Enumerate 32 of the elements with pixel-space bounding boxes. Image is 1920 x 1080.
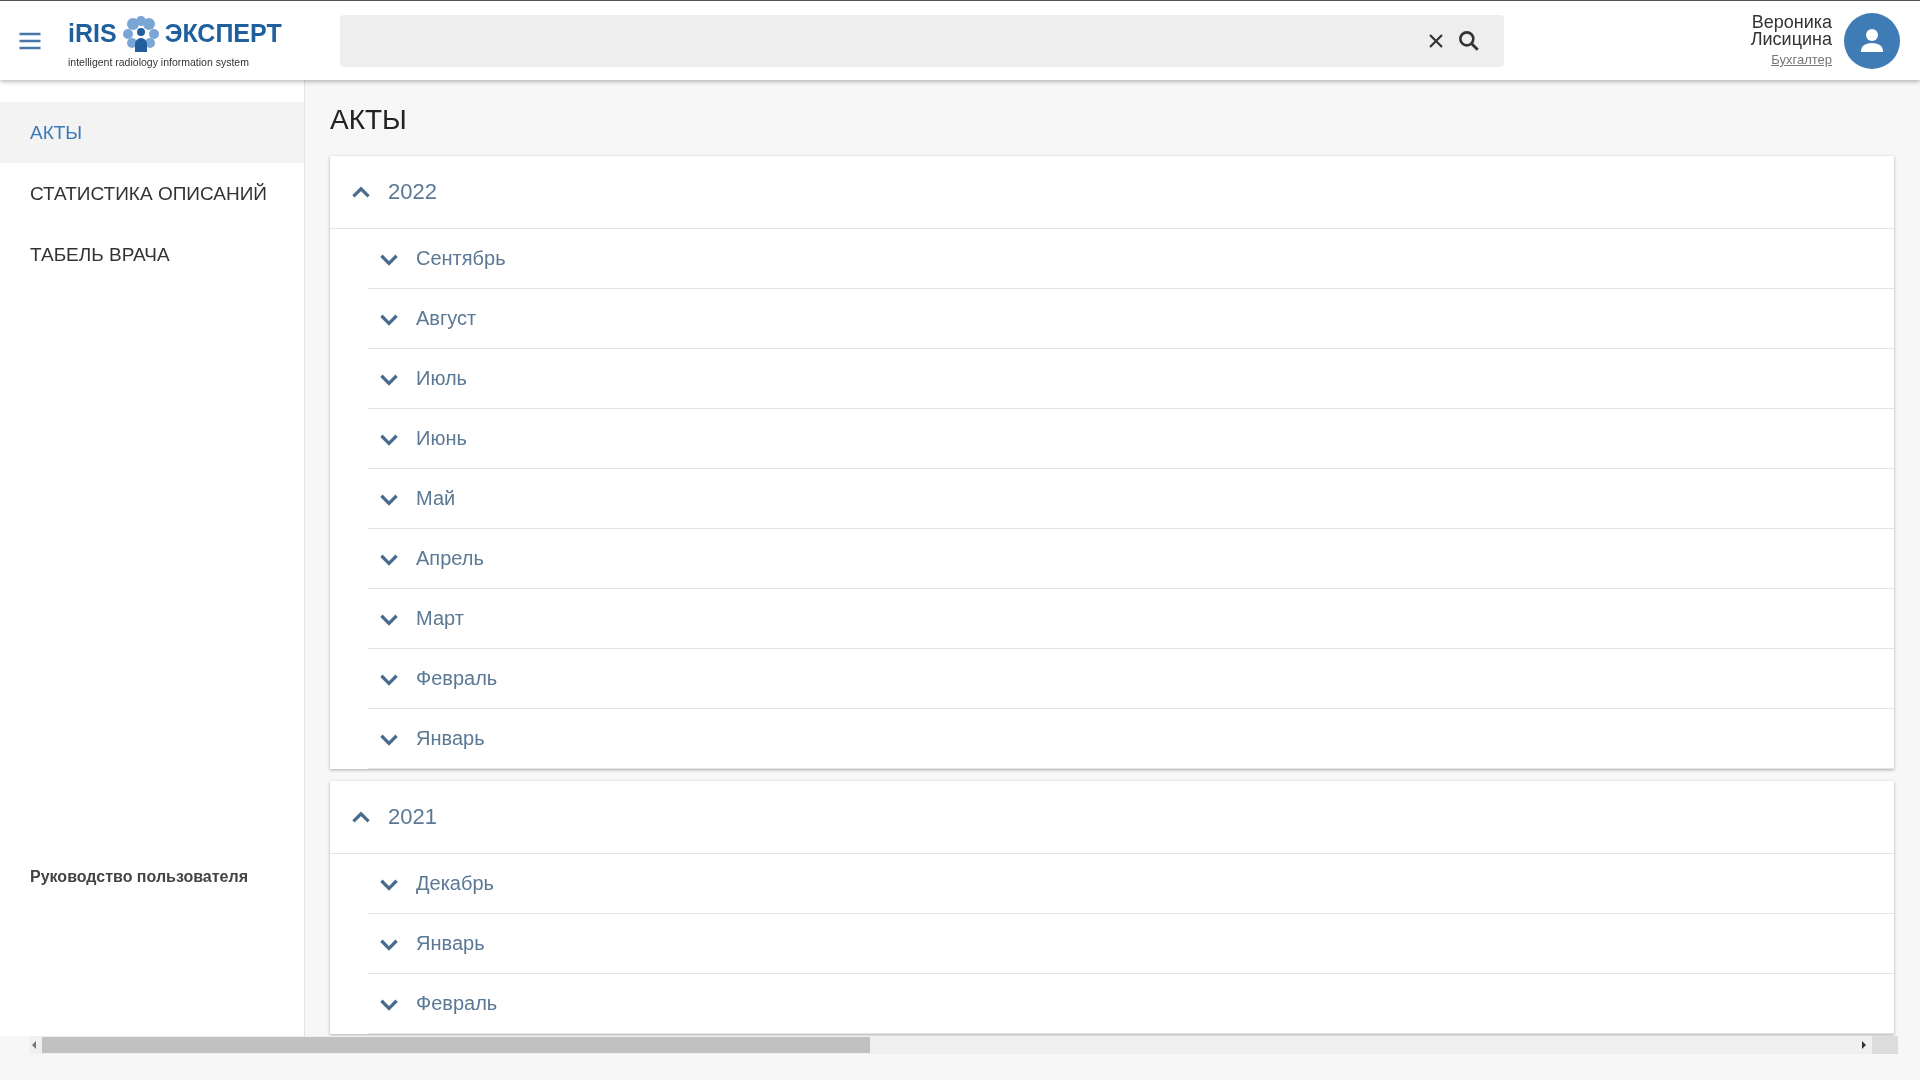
month-row[interactable]: Сентябрь [368,229,1894,289]
brain-logo-icon [120,13,161,54]
user-name: Вероника [1751,14,1832,31]
month-row[interactable]: Январь [368,709,1894,769]
year-header[interactable]: 2021 [330,781,1894,854]
month-row[interactable]: Июнь [368,409,1894,469]
sidebar-item[interactable]: ТАБЕЛЬ ВРАЧА [0,224,304,285]
year-header[interactable]: 2022 [330,156,1894,229]
month-row[interactable]: Январь [368,914,1894,974]
month-row[interactable]: Декабрь [368,854,1894,914]
month-row[interactable]: Август [368,289,1894,349]
logo-text: iRIS [68,19,117,48]
logo-tagline: intelligent radiology information system [68,55,250,68]
month-row[interactable]: Июль [368,349,1894,409]
scroll-left-arrow-icon[interactable] [30,1040,38,1050]
avatar-icon[interactable] [1844,12,1900,69]
month-row[interactable]: Май [368,469,1894,529]
month-row[interactable]: Апрель [368,529,1894,589]
user-guide-link[interactable]: Руководство пользователя [0,868,304,886]
month-row[interactable]: Март [368,589,1894,649]
scrollbar-corner [1872,1036,1898,1054]
horizontal-scrollbar[interactable] [30,1036,1898,1054]
month-row[interactable]: Февраль [368,974,1894,1034]
scroll-right-arrow-icon[interactable] [1860,1040,1868,1050]
logo-text: ЭКСПЕРТ [164,19,282,48]
page-title: АКТЫ [330,104,408,136]
month-row[interactable]: Февраль [368,649,1894,709]
user-name: Лисицина [1750,31,1832,48]
search-field[interactable] [340,14,1504,67]
user-role-link[interactable]: Бухгалтер [1771,52,1832,67]
sidebar-item[interactable]: АКТЫ [0,102,304,163]
sidebar-item[interactable]: СТАТИСТИКА ОПИСАНИЙ [0,163,304,224]
